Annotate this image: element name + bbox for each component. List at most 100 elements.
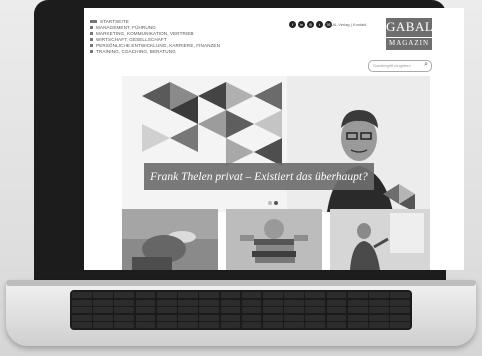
keyboard-key — [241, 307, 262, 313]
keyboard — [70, 290, 412, 330]
main-navigation: STARTSEITE MANAGEMENT, FÜHRUNG MARKETING… — [90, 18, 290, 54]
keyboard-key — [178, 322, 198, 328]
keyboard-key — [114, 307, 135, 313]
keyboard-key — [135, 314, 156, 321]
keyboard-key — [114, 299, 135, 306]
nav-item-label: STARTSEITE — [100, 18, 129, 24]
nav-bullet-icon — [90, 31, 93, 35]
keyboard-key — [93, 322, 113, 328]
keyboard-key — [305, 299, 326, 306]
keyboard-key — [178, 292, 198, 298]
nav-item-label: WIRTSCHAFT, GESELLSCHAFT — [96, 36, 167, 42]
keyboard-key — [284, 299, 304, 306]
keyboard-key — [241, 322, 262, 328]
keyboard-key — [199, 299, 220, 306]
keyboard-key — [220, 299, 241, 306]
keyboard-key — [369, 292, 389, 298]
search-placeholder: Suchbegriff eingeben — [373, 63, 411, 68]
keyboard-key — [347, 314, 368, 321]
linkedin-icon[interactable]: in — [298, 21, 305, 28]
keyboard-keys — [72, 292, 410, 328]
keyboard-key — [347, 307, 368, 313]
article-tile-3[interactable] — [330, 209, 430, 270]
keyboard-key — [262, 299, 283, 306]
keyboard-key — [284, 322, 304, 328]
magnifier-icon[interactable]: ⌕ — [424, 61, 428, 69]
keyboard-key — [390, 292, 410, 298]
nav-bullet-icon — [90, 25, 93, 29]
keyboard-key — [347, 299, 368, 306]
top-links[interactable]: GABAL Verlag | Kontakt — [324, 22, 366, 27]
keyboard-key — [220, 322, 241, 328]
keyboard-key — [241, 314, 262, 321]
instagram-icon[interactable]: ◎ — [307, 21, 314, 28]
keyboard-key — [72, 322, 92, 328]
keyboard-key — [72, 314, 92, 321]
twitter-icon[interactable]: t — [316, 21, 323, 28]
laptop-hinge — [6, 280, 476, 286]
keyboard-key — [347, 322, 368, 328]
keyboard-key — [220, 292, 241, 298]
keyboard-key — [156, 314, 177, 321]
keyboard-key — [135, 292, 156, 298]
keyboard-key — [369, 307, 389, 313]
keyboard-key — [114, 314, 135, 321]
nav-item-label: PERSÖNLICHE ENTWICKLUNG, KARRIERE, FINAN… — [96, 42, 221, 48]
keyboard-key — [199, 292, 220, 298]
keyboard-key — [347, 292, 368, 298]
gabal-magazin-logo[interactable]: GABAL MAGAZIN — [386, 18, 434, 50]
nav-bullet-icon — [90, 37, 93, 41]
keyboard-key — [178, 299, 198, 306]
keyboard-key — [72, 307, 92, 313]
logo-wordmark: GABAL — [386, 19, 434, 34]
keyboard-key — [93, 314, 113, 321]
keyboard-key — [369, 322, 389, 328]
keyboard-key — [114, 292, 135, 298]
keyboard-key — [135, 307, 156, 313]
facebook-icon[interactable]: f — [289, 21, 296, 28]
keyboard-key — [199, 322, 220, 328]
hero-caption[interactable]: Frank Thelen privat – Existiert das über… — [144, 163, 374, 190]
article-tile-2[interactable] — [226, 209, 322, 270]
keyboard-key — [156, 307, 177, 313]
keyboard-key — [390, 322, 410, 328]
keyboard-key — [326, 307, 347, 313]
keyboard-key — [241, 292, 262, 298]
keyboard-key — [199, 314, 220, 321]
keyboard-key — [262, 292, 283, 298]
keyboard-key — [262, 314, 283, 321]
keyboard-key — [305, 314, 326, 321]
hero-slider[interactable]: Frank Thelen privat – Existiert das über… — [122, 76, 430, 212]
keyboard-key — [326, 314, 347, 321]
slider-dots — [268, 201, 278, 205]
keyboard-key — [72, 299, 92, 306]
keyboard-key — [326, 292, 347, 298]
keyboard-key — [390, 299, 410, 306]
keyboard-key — [220, 314, 241, 321]
keyboard-key — [284, 307, 304, 313]
search-input[interactable]: Suchbegriff eingeben ⌕ — [368, 60, 432, 72]
nav-item-label: TRAINING, COACHING, BERATUNG — [96, 48, 176, 54]
laptop-base — [6, 280, 476, 346]
tile-image-glass-board — [122, 209, 218, 270]
hero-photo — [287, 76, 430, 212]
nav-bullet-icon — [90, 43, 93, 47]
article-tiles — [122, 209, 430, 270]
person-illustration — [287, 76, 430, 212]
keyboard-key — [369, 299, 389, 306]
keyboard-key — [199, 307, 220, 313]
tile-image-presenter — [330, 209, 430, 270]
keyboard-key — [178, 314, 198, 321]
keyboard-key — [284, 292, 304, 298]
keyboard-key — [369, 314, 389, 321]
keyboard-key — [390, 314, 410, 321]
article-tile-1[interactable] — [122, 209, 218, 270]
nav-item-training[interactable]: TRAINING, COACHING, BERATUNG — [90, 48, 290, 54]
keyboard-key — [72, 292, 92, 298]
keyboard-key — [305, 307, 326, 313]
keyboard-key — [114, 322, 135, 328]
slider-dot-1[interactable] — [268, 201, 272, 205]
keyboard-key — [135, 322, 156, 328]
keyboard-key — [178, 307, 198, 313]
slider-dot-2[interactable] — [274, 201, 278, 205]
